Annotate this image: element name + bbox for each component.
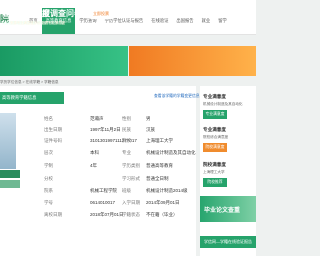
- field-label-class: 班级: [122, 188, 131, 193]
- field-label-birthdate: 出生日期: [44, 127, 62, 132]
- status-change-link[interactable]: 查看该学籍的学籍变更信息: [154, 94, 200, 99]
- field-label-duration: 学制: [44, 163, 53, 168]
- major-banner-subtitle: 来源专业满意度评价 查看专业满意度: [10, 21, 66, 25]
- nav-item-abroad[interactable]: 出国报告: [172, 8, 197, 34]
- field-value-department: 机械工程学院: [90, 188, 117, 193]
- field-value-ethnicity: 汉族: [146, 127, 155, 132]
- field-value-class: 机械设计制造2014级: [146, 188, 188, 193]
- sidebar-badge[interactable]: 院校满意度: [203, 143, 227, 152]
- sidebar-section-title: 专业满意度: [203, 127, 226, 132]
- photo-action-bar-secondary[interactable]: [0, 180, 20, 188]
- field-value-name: 范瀚声: [90, 116, 104, 121]
- field-label-student-id: 学号: [44, 200, 53, 205]
- vote-button[interactable]: 立即投票: [86, 8, 116, 19]
- field-label-leave-date: 离校日期: [44, 212, 62, 217]
- breadcrumb: 学历学位信息 > 在线学籍 > 学籍信息: [0, 80, 59, 84]
- field-value-education-type: 普通高等教育: [146, 163, 173, 168]
- field-value-level: 本科: [90, 150, 99, 155]
- sidebar-section-title: 院校满意度: [203, 162, 226, 167]
- sidebar-badge[interactable]: 专业满意度: [203, 110, 227, 119]
- sidebar-section-sub: 机械设计制造及其自动化: [203, 102, 243, 106]
- sidebar-section-sub: 上海理工大学: [203, 170, 225, 174]
- field-value-status: 不在籍（毕业）: [146, 212, 178, 217]
- plagiarism-check-ad-text: 毕业论文查重: [204, 208, 241, 214]
- sidebar-badge[interactable]: 院校推荐: [203, 178, 227, 187]
- field-label-department: 院系: [44, 188, 53, 193]
- field-value-school: 上海理工大学: [146, 138, 173, 143]
- field-value-birthdate: 1997年11月2日: [90, 127, 121, 132]
- field-value-major: 机械设计制造及其自动化: [146, 150, 196, 155]
- field-value-duration: 4年: [90, 163, 98, 168]
- nav-item-study-abroad[interactable]: 留学: [214, 8, 231, 34]
- field-label-status: 学籍状态: [122, 212, 140, 217]
- verification-report-button[interactable]: 学信网—学籍在线验证报告: [200, 236, 256, 248]
- field-label-level: 层次: [44, 150, 53, 155]
- sidebar-section-sub: 院校综合满意度: [203, 135, 229, 139]
- field-label-ethnicity: 民族: [122, 127, 131, 132]
- nav-item-employment[interactable]: 就业: [198, 8, 215, 34]
- field-label-school: 院校: [122, 138, 131, 143]
- field-value-study-form: 普通全日制: [146, 176, 169, 181]
- field-value-student-id: 0614010017: [90, 200, 116, 205]
- major-banner-title: 专业满意度: [10, 9, 50, 18]
- field-value-enroll-date: 2014年09月01日: [146, 200, 180, 205]
- field-value-leave-date: 2018年07月01日: [90, 212, 124, 217]
- nav-item-online-verification[interactable]: 在线验证: [147, 8, 172, 34]
- sidebar-section-title: 专业满意度: [203, 94, 226, 99]
- student-info-card: [0, 86, 196, 256]
- field-label-gender: 性别: [122, 116, 131, 121]
- field-label-branch: 分校: [44, 176, 53, 181]
- field-value-gender: 男: [146, 116, 151, 121]
- photo-action-bar[interactable]: [0, 170, 20, 178]
- field-label-study-form: 学习形式: [122, 176, 140, 181]
- field-label-id-number: 证件号码: [44, 138, 62, 143]
- field-label-enroll-date: 入学日期: [122, 200, 140, 205]
- tab-student-status-label: 高等教育学籍信息: [2, 95, 37, 100]
- field-label-name: 姓名: [44, 116, 53, 121]
- field-label-major: 专业: [122, 150, 131, 155]
- student-photo: [0, 113, 16, 169]
- major-satisfaction-banner[interactable]: [129, 46, 256, 76]
- field-label-education-type: 学历类别: [122, 163, 140, 168]
- gaokao-survey-banner[interactable]: [0, 46, 128, 76]
